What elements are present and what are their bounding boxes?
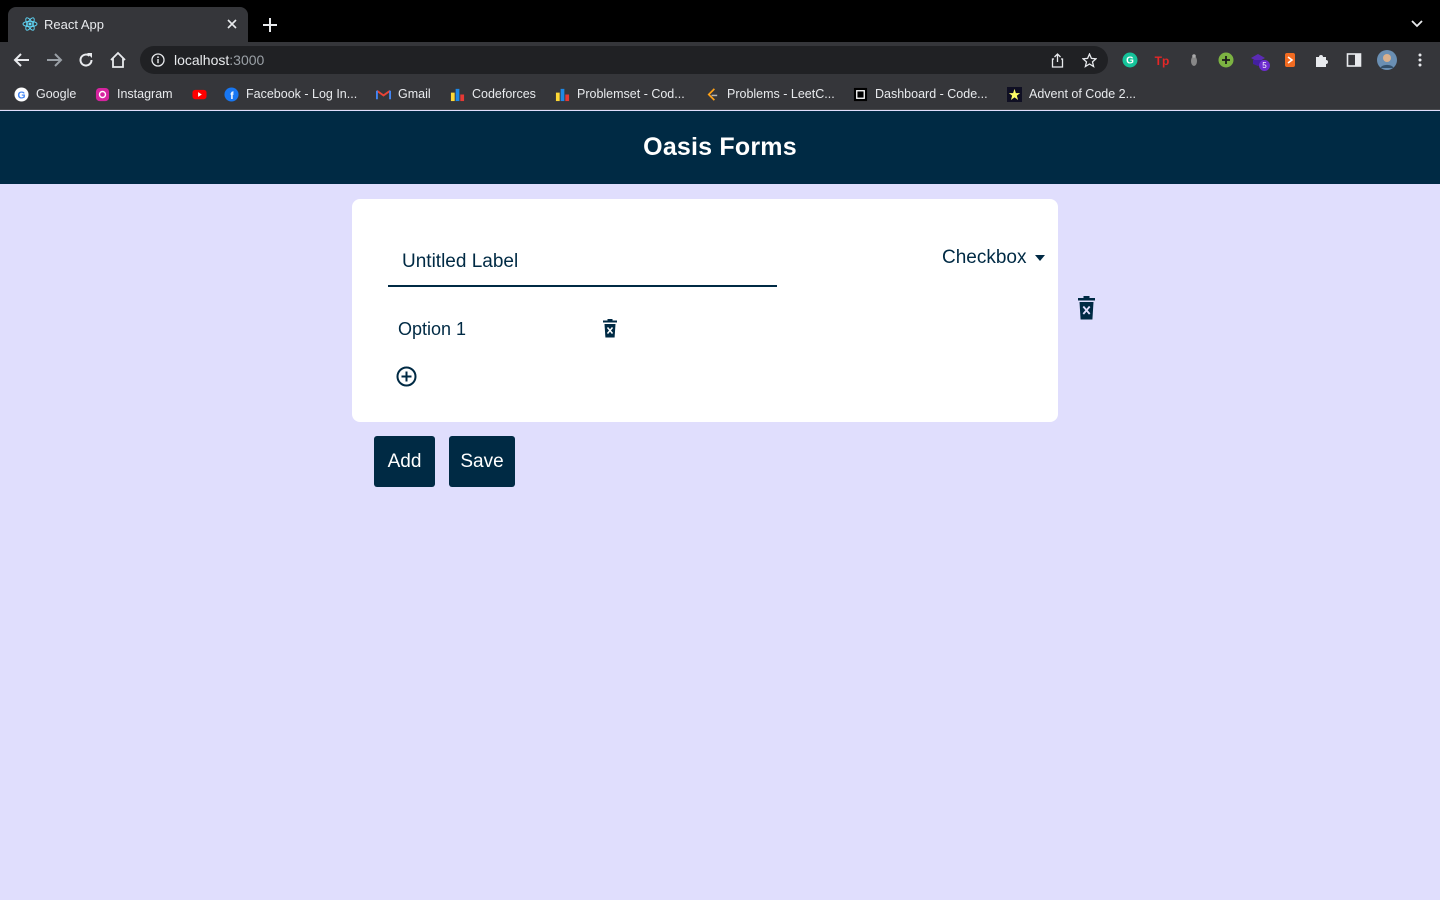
bookmark-advent-of-code[interactable]: Advent of Code 2... [1007, 86, 1136, 102]
bookmark-codeforces[interactable]: Codeforces [450, 86, 536, 102]
address-bar[interactable]: localhost:3000 [140, 46, 1108, 74]
bookmark-google[interactable]: G Google [14, 86, 76, 102]
kebab-menu-icon[interactable] [1412, 52, 1428, 68]
question-card: Checkbox Option 1 [352, 199, 1058, 422]
youtube-icon [192, 89, 207, 99]
svg-text:Tp: Tp [1155, 54, 1170, 68]
instagram-icon [95, 87, 110, 101]
bookmark-gmail[interactable]: Gmail [376, 86, 431, 102]
share-icon[interactable] [1050, 53, 1065, 68]
codechef-icon [853, 87, 868, 101]
extension-badge: 5 [1259, 60, 1270, 71]
browser-tab[interactable]: React App [8, 7, 248, 42]
bookmark-problemset[interactable]: Problemset - Cod... [555, 86, 685, 102]
page-title: Oasis Forms [643, 133, 797, 161]
add-option-icon[interactable] [396, 366, 417, 387]
bookmark-youtube[interactable] [192, 86, 214, 102]
svg-text:G: G [17, 90, 25, 101]
bookmark-codechef[interactable]: Dashboard - Code... [853, 86, 988, 102]
option-label[interactable]: Option 1 [398, 319, 466, 340]
bookmarks-bar: G Google Instagram f Facebook - Log In..… [0, 78, 1440, 110]
app-header: Oasis Forms [0, 111, 1440, 184]
question-type-value: Checkbox [942, 247, 1027, 268]
url-text[interactable]: localhost:3000 [174, 52, 264, 68]
advent-icon [1007, 86, 1022, 102]
codeforces-icon [555, 88, 570, 101]
browser-toolbar: localhost:3000 G Tp 5 [0, 42, 1440, 78]
bookmark-instagram[interactable]: Instagram [95, 86, 173, 102]
tab-title: React App [44, 17, 104, 32]
svg-text:G: G [1126, 56, 1134, 67]
orange-extension-icon[interactable] [1282, 52, 1298, 68]
avatar[interactable] [1377, 50, 1397, 70]
reload-icon[interactable] [77, 51, 95, 69]
bookmark-facebook[interactable]: f Facebook - Log In... [224, 86, 357, 102]
add-button[interactable]: Add [374, 436, 435, 487]
chevron-down-icon[interactable] [1410, 18, 1424, 30]
new-tab-icon[interactable] [261, 16, 279, 34]
react-icon [22, 17, 38, 31]
extension-badge-icon[interactable]: 5 [1250, 52, 1270, 71]
caret-down-icon [1034, 255, 1045, 261]
home-icon[interactable] [109, 51, 127, 69]
question-label-input[interactable] [388, 239, 777, 287]
forward-icon[interactable] [45, 51, 63, 69]
question-type-select[interactable]: Checkbox [942, 247, 1045, 269]
leetcode-icon [707, 87, 718, 101]
info-icon[interactable] [151, 53, 165, 67]
add-extension-icon[interactable] [1218, 52, 1234, 68]
url-port: :3000 [229, 52, 265, 68]
back-icon[interactable] [13, 51, 31, 69]
star-icon[interactable] [1082, 53, 1097, 68]
gmail-icon [376, 89, 391, 99]
url-host: localhost [174, 52, 230, 68]
codeforces-icon [450, 88, 465, 101]
delete-option-icon[interactable] [602, 319, 618, 338]
close-icon[interactable] [224, 16, 240, 32]
grammarly-icon[interactable]: G [1122, 52, 1138, 68]
puzzle-icon[interactable] [1314, 52, 1330, 68]
side-panel-icon[interactable] [1346, 52, 1362, 68]
save-button[interactable]: Save [449, 436, 515, 487]
bookmark-leetcode[interactable]: Problems - LeetC... [705, 86, 835, 102]
extension-grey-icon[interactable] [1186, 52, 1202, 68]
svg-text:f: f [230, 91, 234, 102]
delete-question-icon[interactable] [1077, 296, 1096, 320]
tab-strip: React App [0, 0, 1440, 42]
google-icon: G [14, 86, 29, 102]
tp-extension-icon[interactable]: Tp [1154, 52, 1170, 68]
facebook-icon: f [224, 86, 239, 102]
